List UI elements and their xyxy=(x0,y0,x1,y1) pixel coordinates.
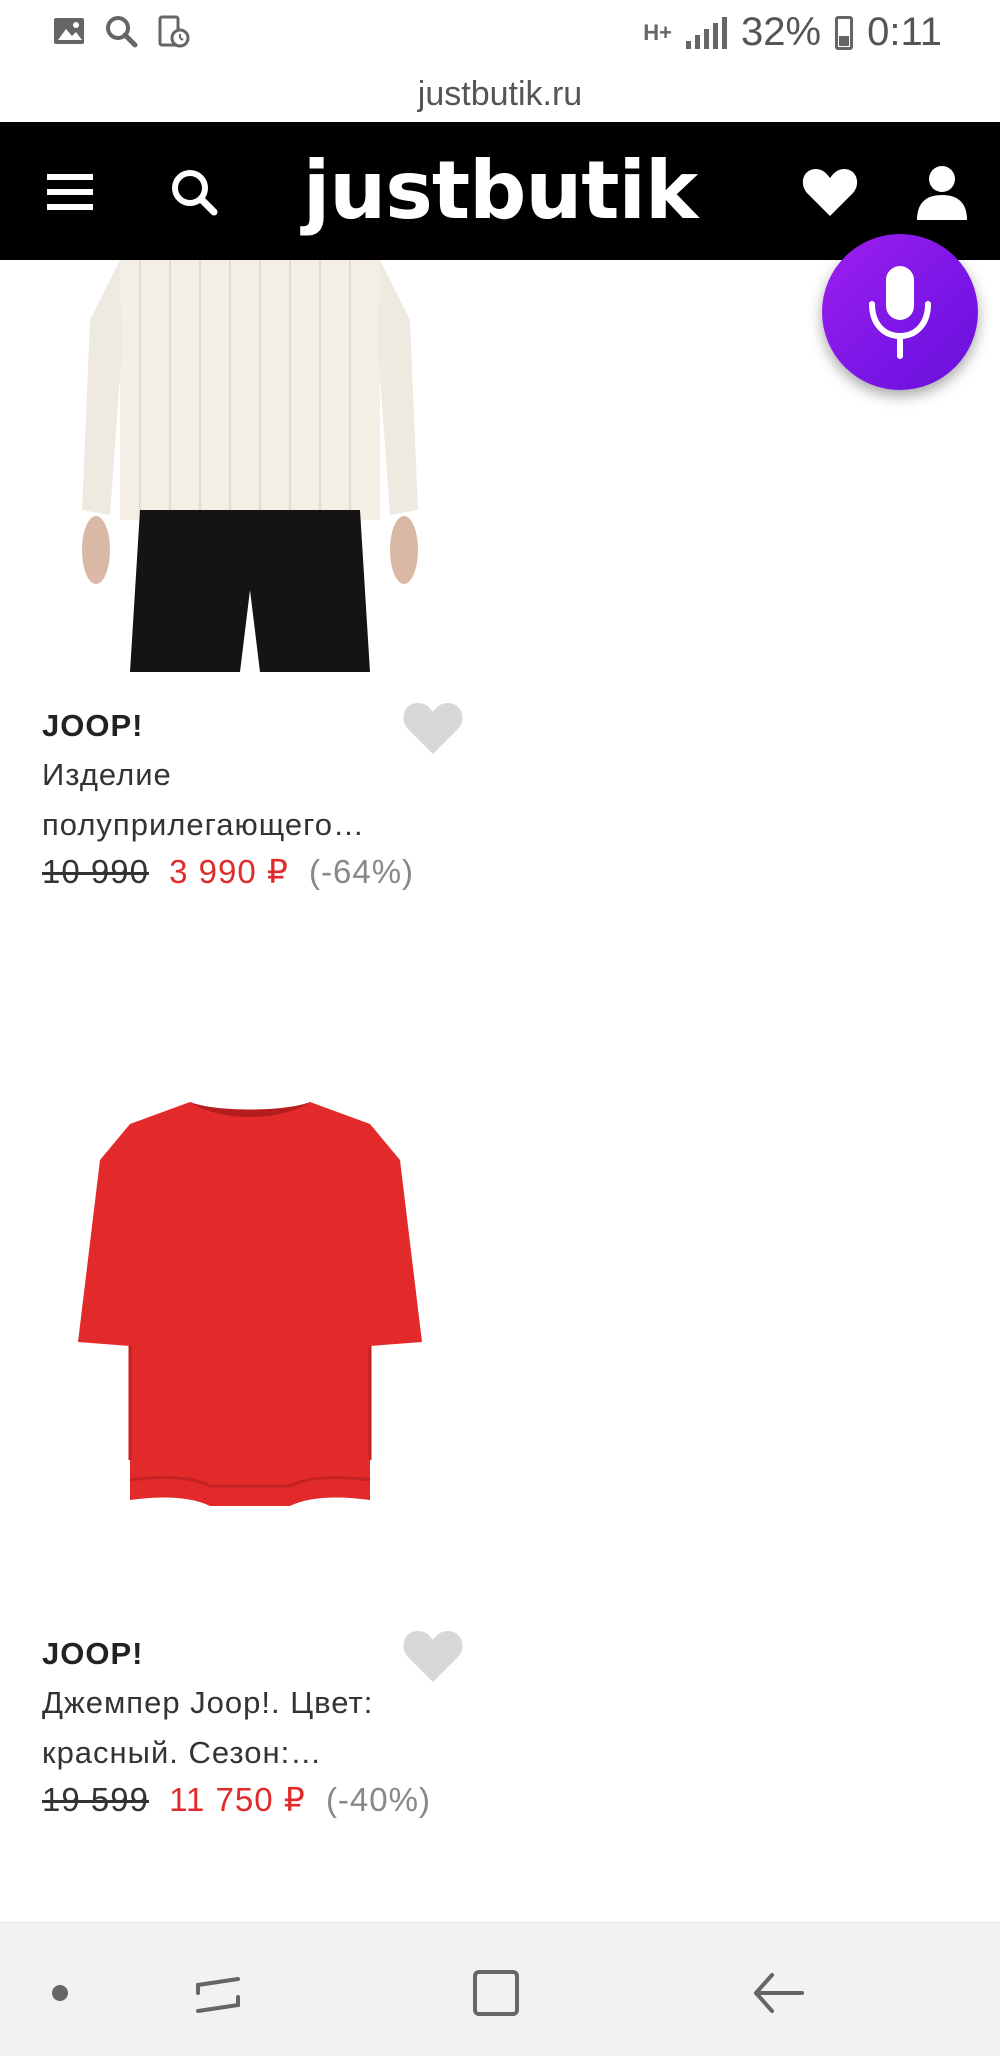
screen-record-icon xyxy=(158,15,190,48)
product-card[interactable]: JOOP! Джемпер Joop!. Цвет: красный. Сезо… xyxy=(0,1080,1000,1820)
old-price: 19 599 xyxy=(42,1781,149,1818)
back-icon xyxy=(754,1973,804,2013)
back-button[interactable] xyxy=(738,1953,818,2033)
product-description[interactable]: Изделие полуприлегающего… xyxy=(42,750,462,850)
user-icon xyxy=(917,166,967,220)
nav-dot-button[interactable] xyxy=(20,1953,100,2033)
heart-icon xyxy=(802,169,858,216)
price-row: 10 990 3 990 ₽ (-64%) xyxy=(42,852,414,891)
status-bar: H+ 32% 0:11 xyxy=(0,0,1000,66)
home-button[interactable] xyxy=(456,1953,536,2033)
url-bar[interactable]: justbutik.ru xyxy=(0,66,1000,122)
dot-icon xyxy=(52,1985,68,2001)
product-description-line: Изделие xyxy=(42,757,172,792)
product-description-line: красный. Сезон:… xyxy=(42,1735,323,1770)
status-right: H+ 32% 0:11 xyxy=(643,10,942,55)
product-description-line: полуприлегающего… xyxy=(42,807,365,842)
discount-badge: (-40%) xyxy=(325,1781,431,1818)
clock: 0:11 xyxy=(867,10,942,54)
search-icon xyxy=(106,16,138,48)
voice-search-button[interactable] xyxy=(822,234,978,390)
gallery-icon xyxy=(54,18,84,44)
sale-price: 3 990 ₽ xyxy=(169,853,289,890)
status-left-icons xyxy=(52,14,190,48)
recent-apps-icon xyxy=(196,1977,240,2013)
sale-price: 11 750 ₽ xyxy=(169,1781,306,1818)
account-button[interactable] xyxy=(902,152,982,232)
site-header: justbutik xyxy=(0,122,1000,260)
discount-badge: (-64%) xyxy=(309,853,415,890)
price-row: 19 599 11 750 ₽ (-40%) xyxy=(42,1780,431,1819)
battery-percent: 32% xyxy=(741,10,822,54)
network-type: H+ xyxy=(643,19,673,45)
battery-icon xyxy=(835,15,854,50)
heart-icon[interactable] xyxy=(402,700,464,756)
product-brand[interactable]: JOOP! xyxy=(42,1636,143,1672)
recent-apps-button[interactable] xyxy=(178,1953,258,2033)
old-price: 10 990 xyxy=(42,853,149,890)
product-description[interactable]: Джемпер Joop!. Цвет: красный. Сезон:… xyxy=(42,1678,462,1778)
heart-icon[interactable] xyxy=(402,1628,464,1684)
product-image[interactable] xyxy=(70,1080,430,1520)
signal-icon xyxy=(686,16,728,49)
favorites-button[interactable] xyxy=(790,152,870,232)
microphone-icon xyxy=(869,266,931,359)
system-nav-bar xyxy=(0,1922,1000,2056)
product-brand[interactable]: JOOP! xyxy=(42,708,143,744)
product-description-line: Джемпер Joop!. Цвет: xyxy=(42,1685,374,1720)
product-image[interactable] xyxy=(70,260,430,672)
home-icon xyxy=(473,1970,519,2016)
